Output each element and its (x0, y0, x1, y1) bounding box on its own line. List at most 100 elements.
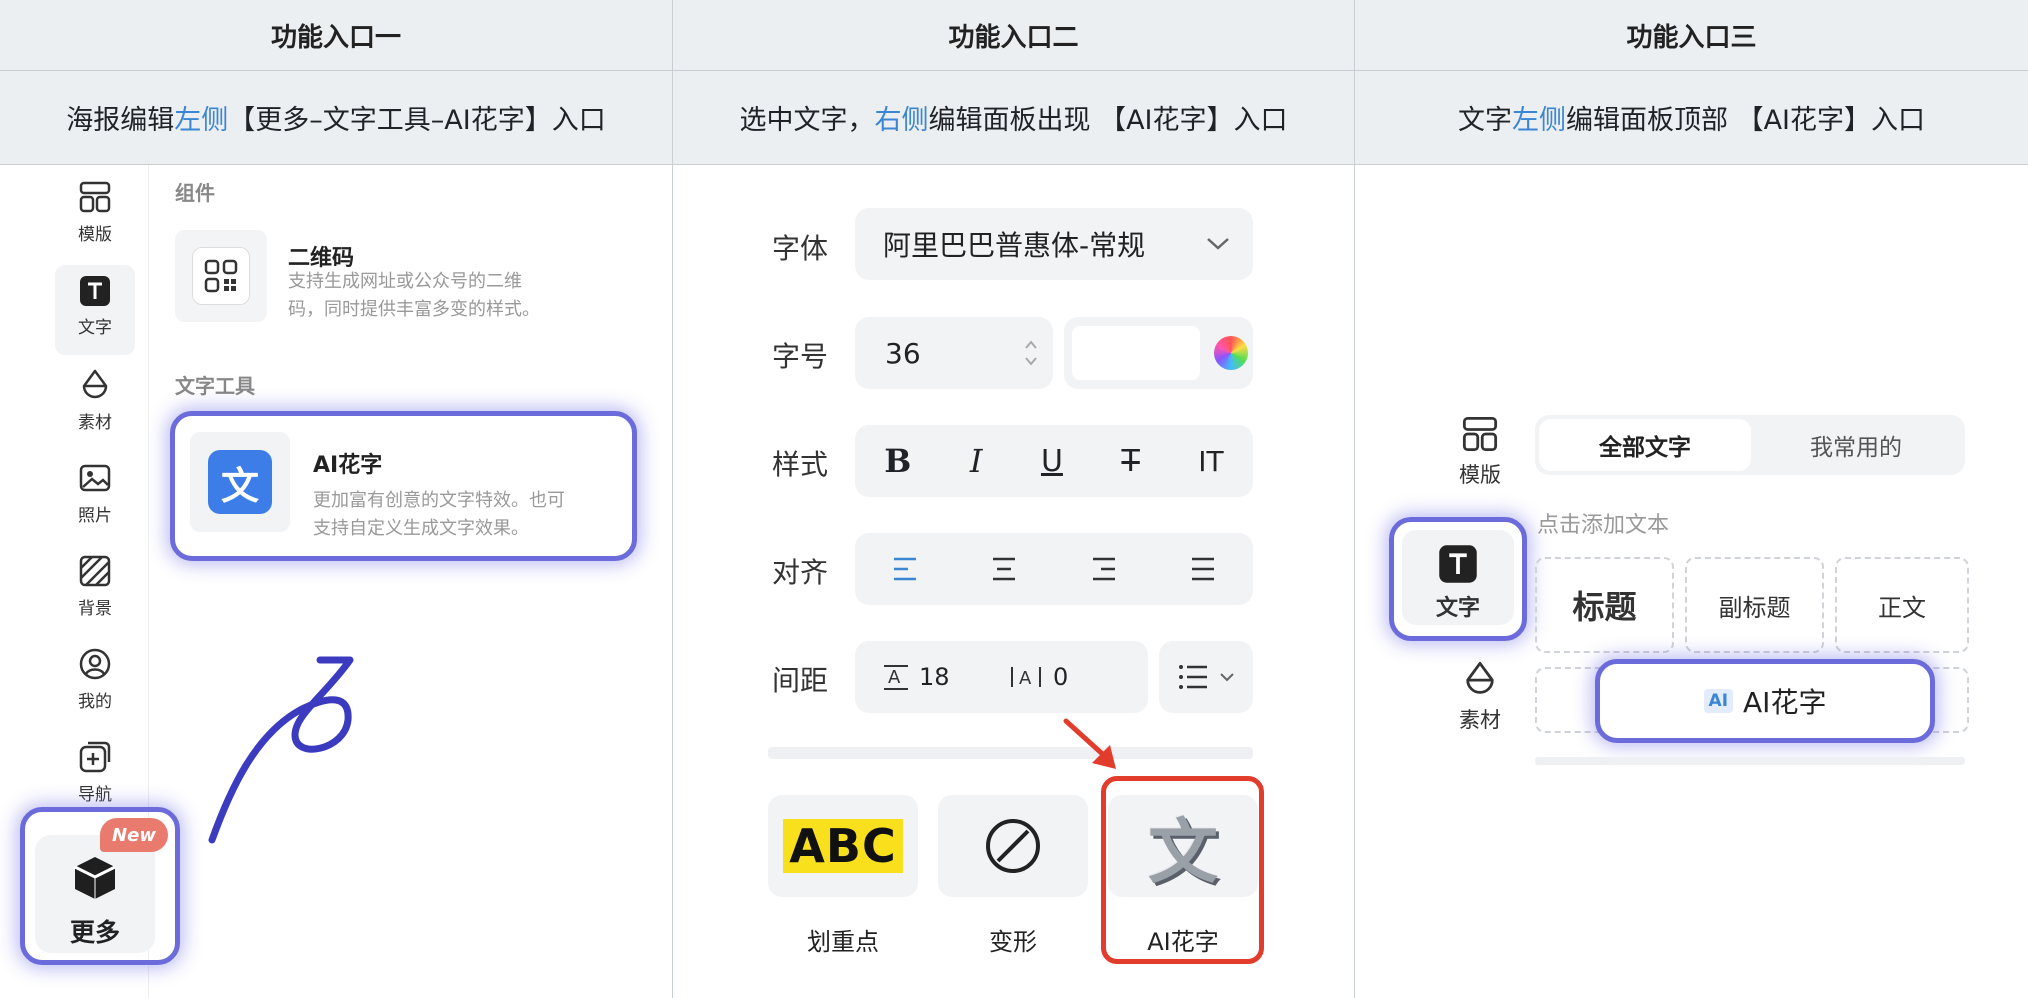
cube-icon (74, 857, 116, 899)
sidebar-item-text[interactable]: 文字 (55, 265, 135, 355)
align-center-icon[interactable] (989, 556, 1019, 582)
ai-flower-tile: 文 (190, 432, 290, 532)
qr-description: 支持生成网址或公众号的二维 码，同时提供丰富多变的样式。 (288, 268, 540, 324)
tab-all-text[interactable]: 全部文字 (1539, 419, 1751, 471)
sidebar-item-material[interactable]: 素材 (55, 368, 135, 448)
ai-description-line: 更加富有创意的文字特效。也可 (313, 490, 565, 511)
ai-flower-label: AI花字 (1743, 686, 1827, 719)
style-toolbar: B I U T IT (855, 425, 1253, 497)
add-title-button[interactable]: 标题 (1535, 557, 1674, 653)
column-description: 海报编辑 左侧 【更多–文字工具–AI花字】入口 (0, 71, 672, 165)
font-size-value: 36 (885, 336, 921, 370)
sidebar-item-label: 照片 (78, 506, 112, 526)
sidebar-item-label: 素材 (78, 413, 112, 433)
sidebar-item-label: 素材 (1459, 708, 1501, 732)
column-description: 选中文字， 右侧 编辑面板出现 【AI花字】入口 (673, 71, 1354, 165)
stepper-arrows-icon[interactable] (1023, 336, 1039, 370)
ai-flower-title: AI花字 (313, 453, 383, 478)
style-label: 样式 (772, 448, 829, 481)
sidebar-item-label: 我的 (78, 692, 112, 712)
effect-ai-flower-tile[interactable]: 文 (1108, 795, 1258, 897)
svg-text:A: A (888, 667, 901, 688)
ai-flower-button[interactable]: AI AI花字 (1595, 659, 1935, 743)
line-spacing-icon: A (884, 665, 908, 690)
sidebar-item-mine[interactable]: 我的 (55, 647, 135, 727)
material-icon (82, 369, 108, 399)
sidebar-item-photo[interactable]: 照片 (55, 461, 135, 541)
red-pointer-arrow-icon (1063, 718, 1116, 769)
vertical-text-button[interactable]: IT (1198, 445, 1223, 478)
highlight-preview: ABC (783, 819, 903, 873)
effect-deform-tile[interactable] (938, 795, 1088, 897)
sidebar-item-label: 模版 (78, 225, 112, 245)
section-title-components: 组件 (175, 181, 215, 205)
text-icon (80, 276, 110, 306)
desc-highlight: 右侧 (874, 105, 929, 136)
bold-button[interactable]: B (884, 442, 911, 480)
sidebar-item-label: 模版 (1459, 463, 1501, 487)
ai-flower-description: 更加富有创意的文字特效。也可 支持自定义生成文字效果。 (313, 487, 565, 543)
desc-highlight: 左侧 (1511, 105, 1566, 136)
font-select[interactable]: 阿里巴巴普惠体-常规 (855, 208, 1253, 280)
color-picker[interactable] (1064, 317, 1253, 389)
sidebar-item-background[interactable]: 背景 (55, 554, 135, 634)
sidebar-item-label: 文字 (1435, 596, 1480, 621)
panel-entry-one: 模版 文字 素材 照片 背景 我的 导航 更多 New 组件 二维码 支持生成网… (0, 165, 672, 998)
italic-button[interactable]: I (970, 442, 983, 480)
align-justify-icon[interactable] (1188, 556, 1218, 582)
spacing-label: 间距 (772, 664, 829, 697)
spacing-controls: A 18 A 0 (855, 641, 1148, 713)
strikethrough-button[interactable]: T (1121, 444, 1139, 479)
align-right-icon[interactable] (1089, 556, 1119, 582)
tab-frequently-used[interactable]: 我常用的 (1751, 419, 1961, 471)
more-button[interactable]: 更多 (35, 835, 155, 953)
list-icon (1179, 665, 1207, 689)
qr-description-line: 码，同时提供丰富多变的样式。 (288, 299, 540, 320)
sidebar-item-text[interactable]: 文字 (1402, 530, 1514, 625)
color-swatch[interactable] (1072, 326, 1200, 380)
new-badge: New (100, 818, 168, 852)
font-label: 字体 (772, 232, 829, 265)
font-size-stepper[interactable]: 36 (855, 317, 1053, 389)
text-icon (1439, 545, 1477, 583)
more-label: 更多 (69, 918, 120, 947)
align-label: 对齐 (772, 556, 829, 589)
add-body-button[interactable]: 正文 (1835, 557, 1969, 653)
ai-text-icon: 文 (208, 450, 272, 514)
desc-text: 文字 (1457, 105, 1512, 136)
color-wheel-icon[interactable] (1214, 336, 1248, 370)
panel-entry-three: 模版 文字 素材 全部文字 我常用的 点击添加文本 标题 副标题 正文 AI A… (1355, 165, 2028, 998)
chevron-down-icon (1220, 673, 1234, 682)
column-description: 文字 左侧 编辑面板顶部 【AI花字】入口 (1355, 71, 2028, 165)
font-size-label: 字号 (772, 340, 829, 373)
letter-spacing-value[interactable]: 0 (1053, 663, 1068, 691)
qr-code-tile[interactable] (175, 230, 267, 322)
photo-icon (79, 464, 111, 492)
sidebar-item-label: 导航 (78, 785, 112, 805)
column-header: 功能入口一 (0, 0, 672, 71)
align-left-icon[interactable] (890, 556, 920, 582)
sidebar-item-template[interactable]: 模版 (55, 180, 135, 260)
add-subtitle-button[interactable]: 副标题 (1685, 557, 1824, 653)
ai-flower-preview: 文 (1148, 810, 1218, 893)
desc-text: 海报编辑 (66, 105, 175, 136)
chevron-down-icon (1207, 238, 1229, 250)
section-title-text-tools: 文字工具 (175, 374, 255, 398)
desc-highlight: 左侧 (174, 105, 229, 136)
list-style-select[interactable] (1159, 641, 1253, 713)
text-category-tabs: 全部文字 我常用的 (1535, 415, 1965, 475)
line-spacing-value[interactable]: 18 (919, 663, 1009, 691)
svg-text:A: A (1019, 668, 1032, 689)
column-header: 功能入口三 (1355, 0, 2028, 71)
desc-text: 选中文字， (739, 105, 875, 136)
navigation-icon (79, 741, 111, 773)
background-icon (79, 555, 111, 587)
material-icon (1466, 661, 1494, 694)
sidebar-item-material[interactable]: 素材 (1440, 660, 1520, 740)
sidebar-item-template[interactable]: 模版 (1440, 415, 1520, 495)
section-divider (768, 747, 1253, 759)
effect-label: 划重点 (807, 928, 879, 956)
effect-highlight-tile[interactable]: ABC (768, 795, 918, 897)
qr-description-line: 支持生成网址或公众号的二维 (288, 271, 522, 292)
underline-button[interactable]: U (1041, 444, 1063, 479)
